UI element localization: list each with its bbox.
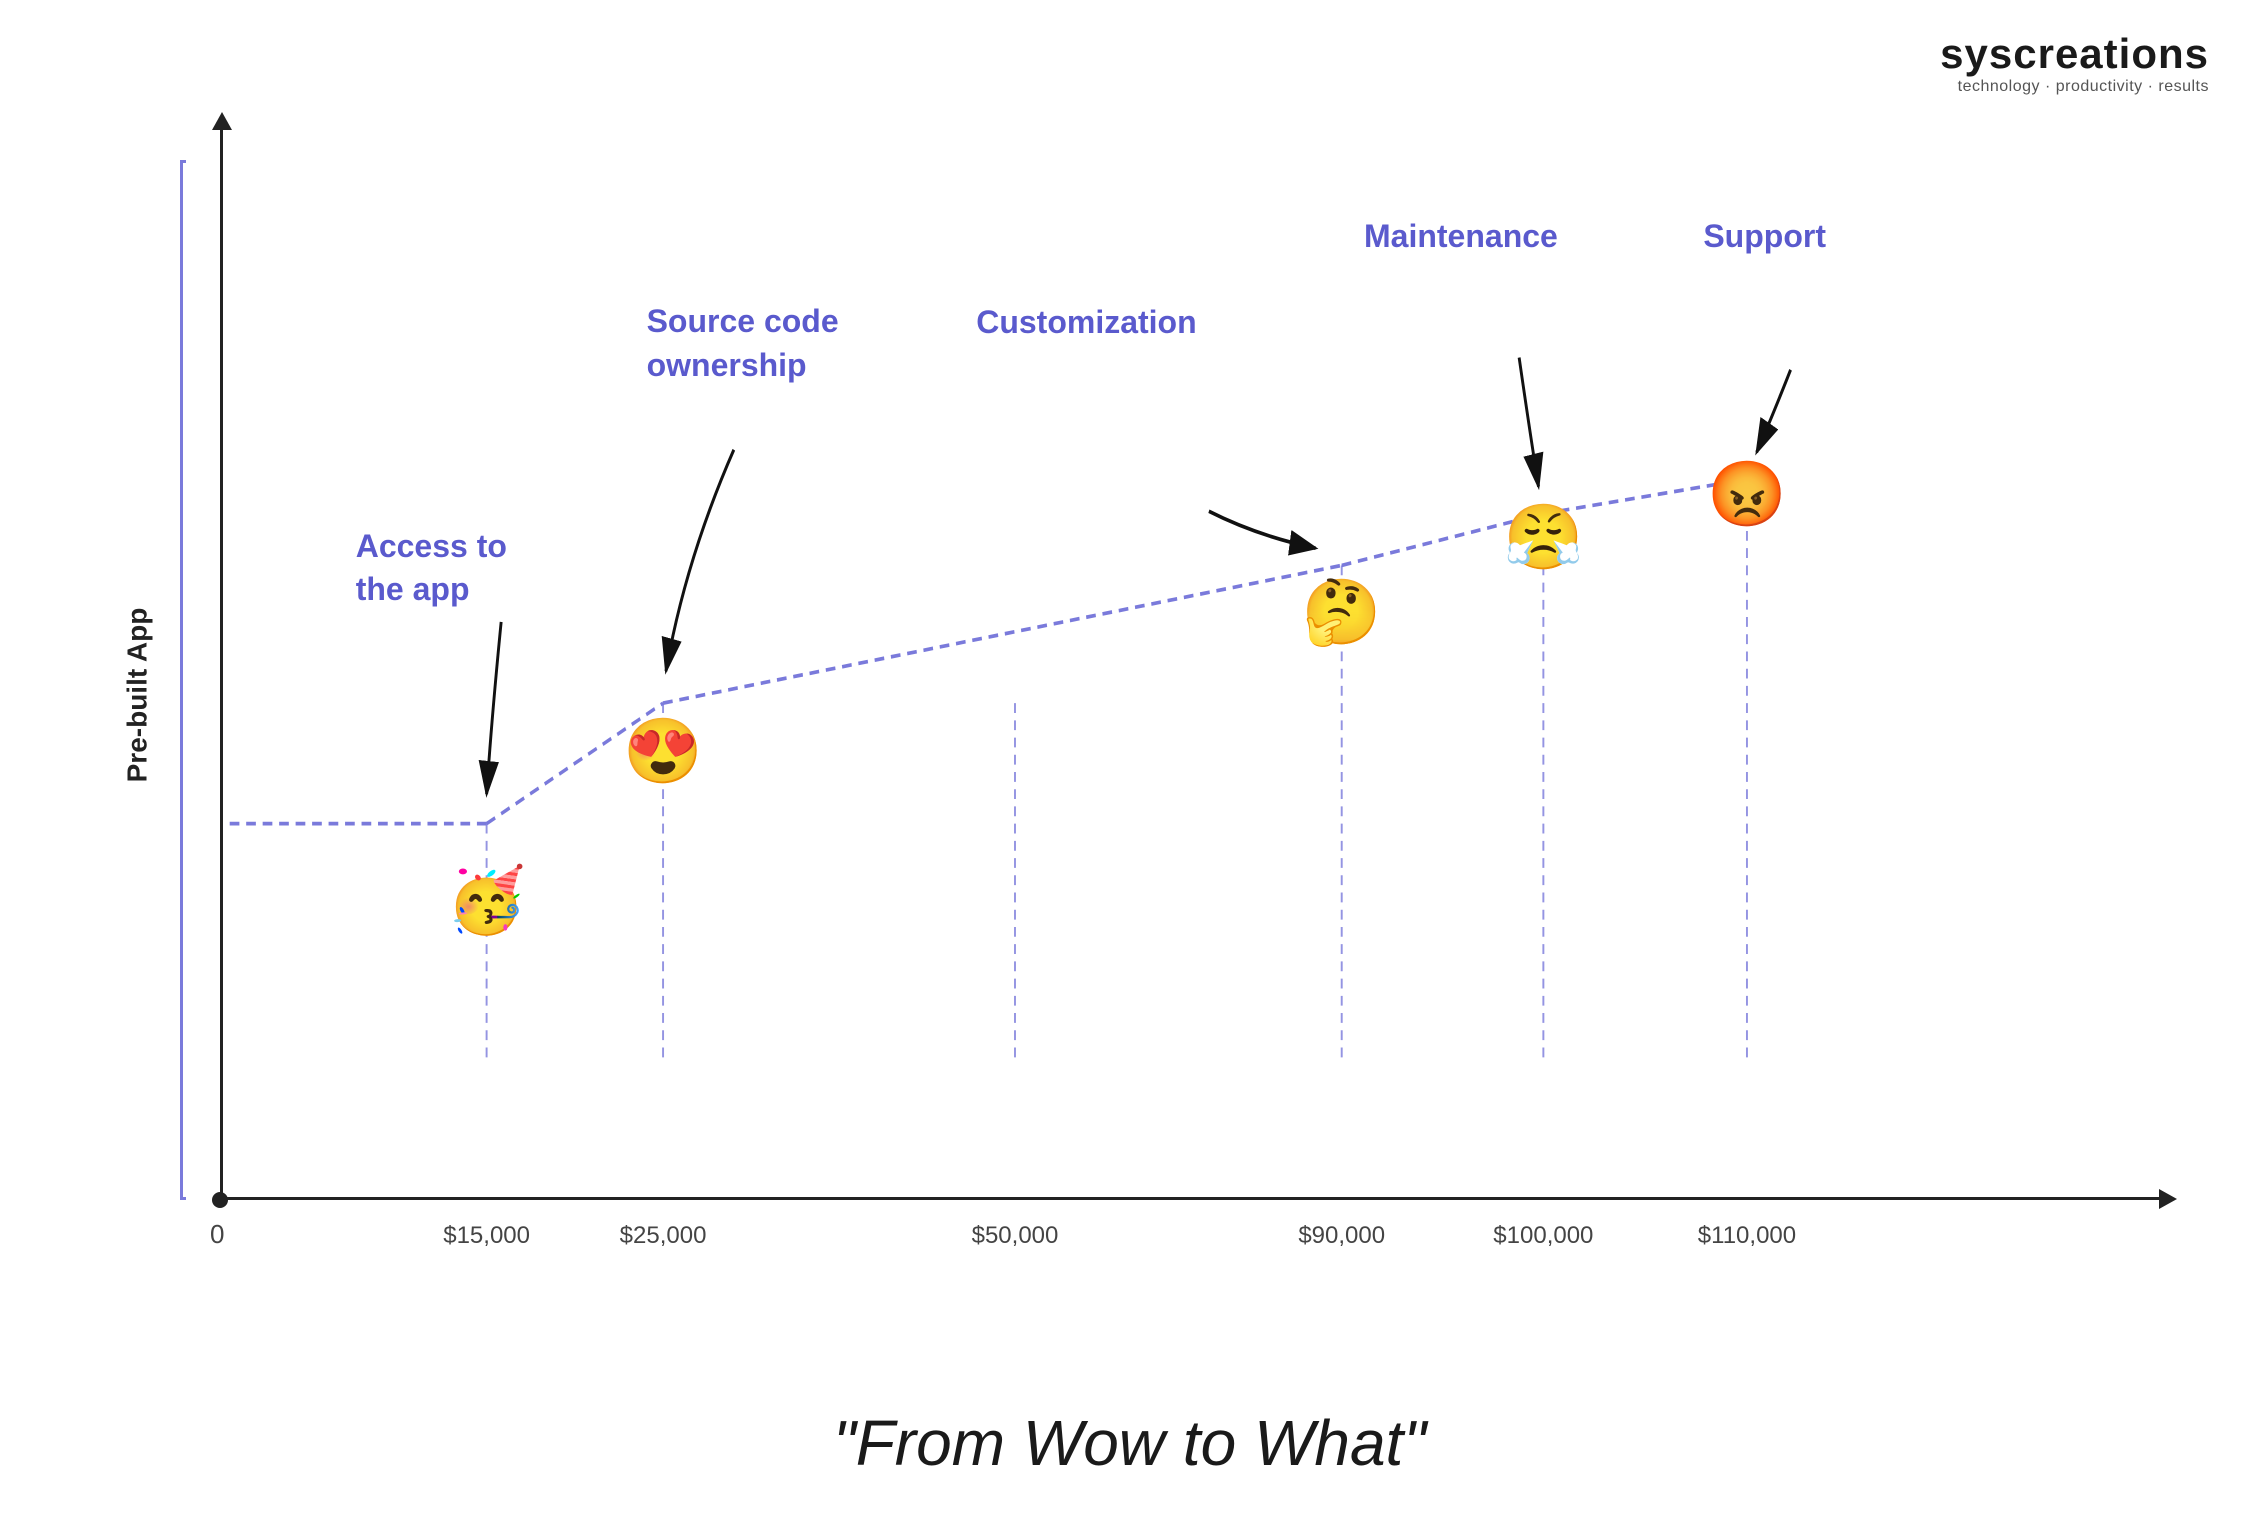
annotation-customization: Customization [976,301,1196,344]
annotation-access: Access tothe app [356,525,507,611]
chart-svg [220,130,2159,1200]
annotation-source-code: Source codeownership [647,300,839,386]
x-tick-50k: $50,000 [972,1222,1059,1250]
emoji-25k: 😍 [623,719,703,783]
y-axis [220,130,223,1200]
x-axis [220,1197,2159,1200]
logo: syscreations technology · productivity ·… [1940,30,2209,96]
x-tick-25k: $25,000 [620,1222,707,1250]
logo-name: syscreations [1940,30,2209,78]
chart-container: Pre-built App 0 [160,130,2159,1260]
x-tick-15k: $15,000 [443,1222,530,1250]
logo-tagline: technology · productivity · results [1940,78,2209,96]
emoji-90k: 🤔 [1302,580,1382,644]
annotation-support: Support [1703,215,1826,258]
origin-dot [212,1192,228,1208]
y-bracket [180,160,186,1200]
bottom-label: "From Wow to What" [0,1406,2259,1480]
y-axis-label: Pre-built App [121,608,153,783]
annotation-maintenance: Maintenance [1364,215,1558,258]
zero-label: 0 [210,1219,224,1250]
x-tick-90k: $90,000 [1298,1222,1385,1250]
emoji-15k: 🥳 [447,868,527,932]
emoji-110k: 😡 [1707,462,1787,526]
x-tick-100k: $100,000 [1493,1222,1593,1250]
chart-inner: 0 [220,130,2159,1200]
x-tick-110k: $110,000 [1698,1222,1796,1250]
emoji-100k: 😤 [1504,505,1584,569]
